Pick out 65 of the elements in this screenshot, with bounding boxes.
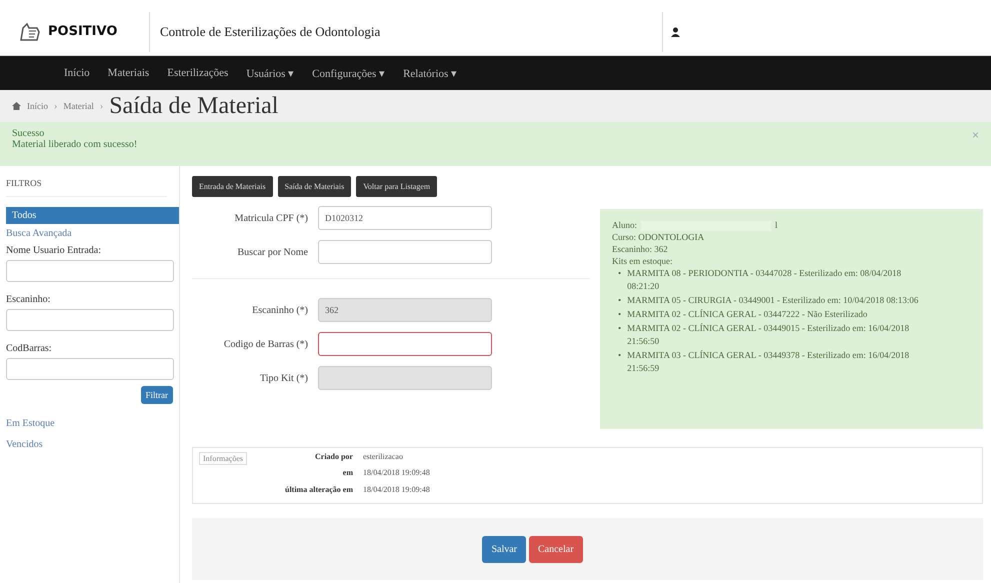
input-field[interactable]: D1020312 xyxy=(318,206,492,230)
info-value: 18/04/2018 19:09:48 xyxy=(362,468,430,480)
panel-text: Kits em estoque: xyxy=(612,255,674,267)
breadcrumb-separator: › xyxy=(54,100,58,112)
alert-title: Sucesso xyxy=(12,128,46,139)
field-label: CodBarras: xyxy=(6,343,53,354)
action-button[interactable]: Entrada de Materiais xyxy=(192,176,273,197)
kit-item: MARMITA 08 - PERIODONTIA - 03447028 - Esterilizado em: 08/04/2018 08:21:20 xyxy=(627,267,902,293)
bullet: • xyxy=(618,349,622,362)
nav-link[interactable]: Usuários ▾ xyxy=(237,66,304,80)
brand-name: POSITIVO xyxy=(48,24,118,39)
breadcrumb-separator: › xyxy=(100,100,104,112)
info-label: em xyxy=(342,468,353,480)
field-label: Escaninho: xyxy=(6,294,52,305)
field-label: Tipo Kit (*) xyxy=(259,372,308,384)
user-icon[interactable] xyxy=(671,26,680,36)
nav-link[interactable]: Configurações ▾ xyxy=(303,66,394,80)
filter-field[interactable] xyxy=(6,260,174,282)
bullet: • xyxy=(618,267,622,280)
footer-button[interactable]: Salvar xyxy=(482,536,526,562)
home-icon[interactable] xyxy=(12,102,21,110)
info-value: 18/04/2018 19:09:48 xyxy=(362,484,430,496)
breadcrumb-link[interactable]: Material xyxy=(63,101,94,111)
nav-link[interactable]: Início xyxy=(55,67,99,79)
nav-link[interactable]: Esterilizações xyxy=(158,67,238,79)
field-label: Matricula CPF (*) xyxy=(234,212,308,224)
action-button[interactable]: Voltar para Listagem xyxy=(356,176,438,197)
input-field[interactable] xyxy=(318,240,492,264)
info-value: esterilizacao xyxy=(362,452,404,463)
advanced-search-link[interactable]: Busca Avançada xyxy=(6,224,179,239)
bullet: • xyxy=(618,322,622,335)
field-label: Buscar por Nome xyxy=(236,246,308,258)
panel-text: Escaninho: 362 xyxy=(612,243,669,255)
kit-item: MARMITA 03 - CLÍNICA GERAL - 03449378 - Esterilizado em: 16/04/2018 21:56:59 xyxy=(627,349,910,375)
info-label: Criado por xyxy=(314,452,353,463)
input-field[interactable] xyxy=(318,332,492,356)
filter-button[interactable]: Filtrar xyxy=(140,386,173,404)
sidebar-item[interactable]: Todos xyxy=(6,207,179,224)
field-label: Codigo de Barras (*) xyxy=(222,338,308,350)
student-label: Aluno: xyxy=(612,220,638,230)
info-label: última alteração em xyxy=(284,484,353,496)
action-button[interactable]: Saída de Materiais xyxy=(278,176,352,197)
nav-link[interactable]: Materiais xyxy=(98,67,158,79)
field-label: Nome Usuario Entrada: xyxy=(6,245,102,256)
breadcrumb-link[interactable]: Início xyxy=(27,101,48,111)
bullet: • xyxy=(618,308,622,321)
logo-icon xyxy=(18,22,42,42)
app-title: Controle de Esterilizações de Odontologia xyxy=(159,24,382,40)
sidebar-link[interactable]: Vencidos xyxy=(6,429,179,450)
kit-item: MARMITA 02 - CLÍNICA GERAL - 03449015 - Esterilizado em: 16/04/2018 21:56:50 xyxy=(627,322,910,348)
student-name: l xyxy=(775,220,778,230)
alert-message: Material liberado com sucesso! xyxy=(12,139,138,150)
filter-field[interactable] xyxy=(6,358,174,380)
info-tag: Informações xyxy=(199,452,247,465)
sidebar-link[interactable]: Em Estoque xyxy=(6,404,179,429)
panel-text: Curso: ODONTOLOGIA xyxy=(612,231,706,243)
kit-item: MARMITA 02 - CLÍNICA GERAL - 03447222 - Não Esterilizado xyxy=(627,308,868,321)
sidebar-heading: FILTROS xyxy=(6,178,167,197)
footer-button[interactable]: Cancelar xyxy=(529,536,583,562)
bullet: • xyxy=(618,294,622,307)
field-label: Escaninho (*) xyxy=(251,304,308,316)
nav-link[interactable]: Relatórios ▾ xyxy=(394,66,466,80)
kit-item: MARMITA 05 - CIRURGIA - 03449001 - Esterilizado em: 10/04/2018 08:13:06 xyxy=(627,294,918,307)
filter-field[interactable] xyxy=(6,309,174,331)
page-title: Saída de Material xyxy=(109,92,278,120)
